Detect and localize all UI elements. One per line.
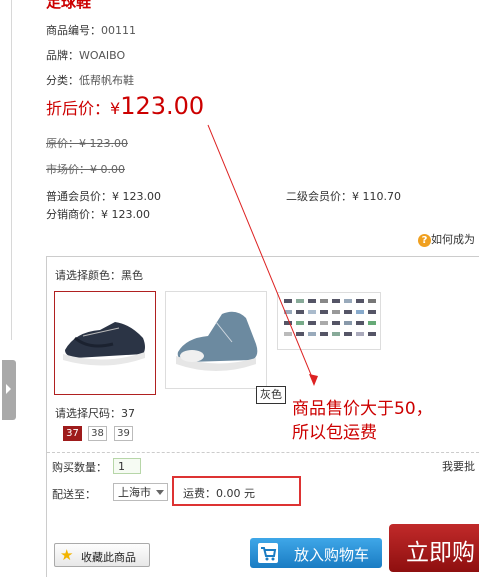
cart-icon <box>258 543 278 563</box>
annotation-line-1: 商品售价大于50， <box>292 399 433 419</box>
add-to-cart-label: 放入购物车 <box>294 546 370 564</box>
chevron-down-icon <box>156 490 164 495</box>
favorite-button[interactable]: ★ 收藏此商品 <box>54 543 150 567</box>
size-option-38[interactable]: 38 <box>88 426 107 441</box>
star-icon: ★ <box>60 546 74 564</box>
city-select[interactable]: 上海市 <box>113 483 168 501</box>
shipping-fee-box: 运费：0.00 元 <box>172 476 301 506</box>
buy-now-button[interactable]: 立即购 <box>389 524 479 572</box>
buy-now-label: 立即购 <box>406 540 475 566</box>
city-select-value: 上海市 <box>118 486 151 499</box>
quantity-label: 购买数量： <box>52 461 107 474</box>
add-to-cart-button[interactable]: 放入购物车 <box>250 538 382 568</box>
size-selected: 37 <box>121 407 135 420</box>
favorite-button-label: 收藏此商品 <box>81 551 136 564</box>
size-option-37[interactable]: 37 <box>63 426 82 441</box>
shipping-fee-text: 运费：0.00 元 <box>183 487 255 500</box>
size-label: 请选择尺码： <box>55 407 121 420</box>
annotation-line-2: 所以包运费 <box>292 423 377 443</box>
section-divider <box>47 452 479 453</box>
quantity-input[interactable]: 1 <box>113 458 141 474</box>
size-option-39[interactable]: 39 <box>114 426 133 441</box>
size-label-row: 请选择尺码：37 <box>55 405 135 421</box>
delivery-label: 配送至： <box>52 488 96 501</box>
bulk-buy-link[interactable]: 我要批 <box>442 458 475 474</box>
